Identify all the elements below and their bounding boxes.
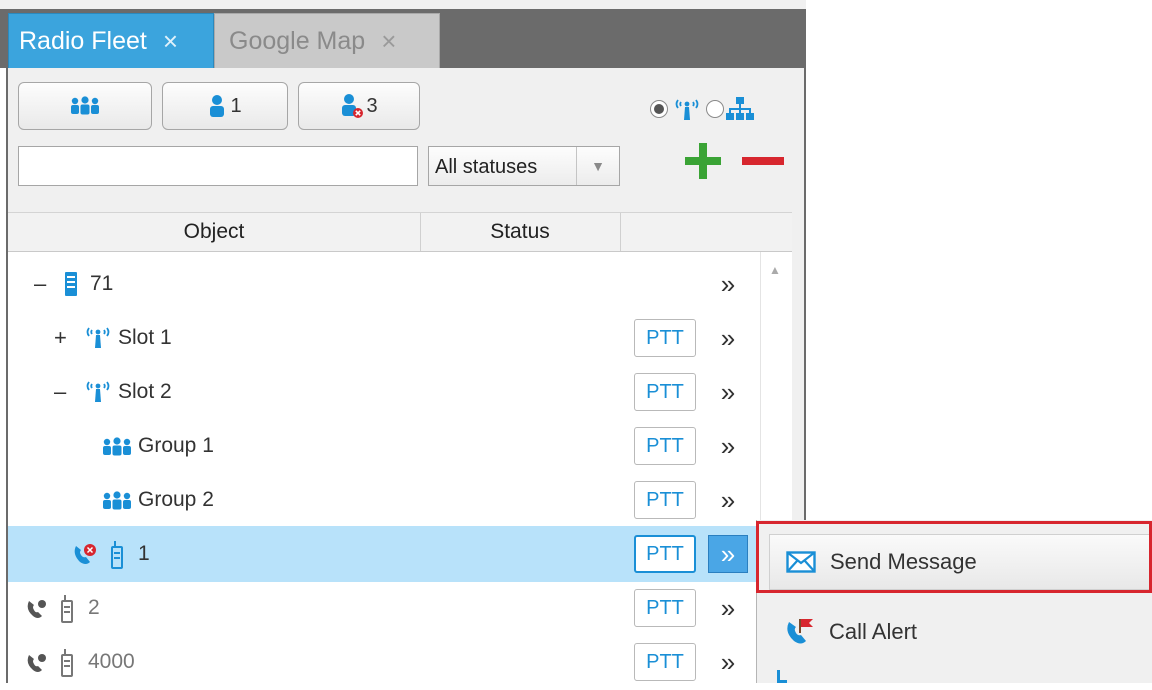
ptt-button[interactable]: PTT bbox=[634, 481, 696, 519]
ptt-button[interactable]: PTT bbox=[634, 427, 696, 465]
antenna-icon bbox=[86, 381, 110, 402]
collapse-toggle[interactable]: – bbox=[34, 256, 46, 312]
antenna-icon bbox=[86, 327, 110, 348]
close-icon[interactable]: × bbox=[163, 26, 178, 57]
tree-row-label: 1 bbox=[138, 542, 150, 565]
tab-google-map[interactable]: Google Map × bbox=[214, 13, 440, 68]
collapse-toggle[interactable]: – bbox=[54, 364, 66, 420]
tree-row-71[interactable]: – 71 » bbox=[8, 256, 760, 312]
tree-row-slot-1[interactable]: + Slot 1 PTT » bbox=[8, 310, 760, 366]
more-actions-button[interactable]: » bbox=[708, 319, 748, 357]
tree-row-group-1[interactable]: Group 1 PTT » bbox=[8, 418, 760, 474]
column-header-status[interactable]: Status bbox=[420, 213, 621, 251]
scroll-up-arrow-icon[interactable]: ▲ bbox=[764, 262, 786, 278]
radio-handset-icon bbox=[61, 595, 73, 623]
close-icon[interactable]: × bbox=[381, 26, 396, 57]
radio-view-radio[interactable] bbox=[650, 100, 668, 118]
tree-row-radio-2[interactable]: 2 PTT » bbox=[8, 580, 760, 636]
more-actions-button[interactable]: » bbox=[708, 427, 748, 465]
tree-row-label: 71 bbox=[90, 272, 114, 295]
more-actions-button[interactable]: » bbox=[708, 643, 748, 681]
tree-row-label: 4000 bbox=[88, 650, 135, 673]
object-tree: – 71 » + Slot 1 PTT » – Slot 2 PTT » Gro… bbox=[8, 252, 792, 683]
ptt-button[interactable]: PTT bbox=[634, 535, 696, 573]
radio-tower-icon bbox=[675, 99, 699, 120]
tab-label: Radio Fleet bbox=[19, 26, 147, 55]
table-header: Object Status bbox=[8, 212, 792, 252]
ptt-button[interactable]: PTT bbox=[634, 373, 696, 411]
expand-toggle[interactable]: + bbox=[54, 310, 67, 366]
column-header-object[interactable]: Object bbox=[8, 213, 421, 251]
group-icon bbox=[103, 437, 131, 456]
ptt-button[interactable]: PTT bbox=[634, 643, 696, 681]
partially-visible-menu-icon bbox=[777, 670, 787, 683]
radio-handset-icon bbox=[61, 649, 73, 677]
more-actions-button[interactable]: » bbox=[708, 481, 748, 519]
call-alert-icon bbox=[787, 619, 813, 644]
groups-filter-button[interactable] bbox=[18, 82, 152, 130]
view-mode-selector bbox=[650, 92, 754, 126]
group-icon bbox=[71, 96, 99, 115]
more-actions-button[interactable]: » bbox=[708, 535, 748, 573]
menu-item-label: Call Alert bbox=[829, 619, 918, 644]
radio-handset-icon bbox=[111, 541, 123, 569]
user-icon bbox=[210, 95, 225, 117]
chevron-down-icon[interactable]: ▼ bbox=[576, 147, 619, 185]
offline-users-button[interactable]: 3 bbox=[298, 82, 420, 130]
tree-row-label: Group 2 bbox=[138, 488, 214, 511]
status-select-value: All statuses bbox=[435, 156, 538, 178]
ptt-button[interactable]: PTT bbox=[634, 319, 696, 357]
status-filter-select[interactable]: All statuses ▼ bbox=[428, 146, 620, 186]
highlight-frame bbox=[756, 521, 1152, 593]
tab-strip: Radio Fleet × Google Map × bbox=[0, 0, 806, 68]
radio-view-hierarchy[interactable] bbox=[706, 100, 724, 118]
user-offline-icon bbox=[342, 94, 364, 118]
tree-row-label: Slot 2 bbox=[118, 380, 172, 403]
search-input[interactable] bbox=[18, 146, 418, 186]
more-actions-button[interactable]: » bbox=[708, 265, 748, 303]
tree-row-label: 2 bbox=[88, 596, 100, 619]
online-users-button[interactable]: 1 bbox=[162, 82, 288, 130]
radio-status-icon bbox=[27, 654, 46, 672]
online-count: 1 bbox=[230, 94, 242, 117]
group-icon bbox=[103, 491, 131, 510]
tab-radio-fleet[interactable]: Radio Fleet × bbox=[8, 13, 214, 68]
more-actions-button[interactable]: » bbox=[708, 589, 748, 627]
tab-label: Google Map bbox=[229, 26, 366, 55]
add-icon[interactable] bbox=[682, 140, 724, 182]
offline-count: 3 bbox=[366, 94, 378, 117]
tree-row-radio-4000[interactable]: 4000 PTT » bbox=[8, 634, 760, 690]
hierarchy-icon bbox=[726, 97, 754, 120]
remove-icon[interactable] bbox=[740, 140, 786, 182]
tree-row-label: Slot 1 bbox=[118, 326, 172, 349]
radio-offline-status-icon bbox=[74, 544, 96, 564]
ptt-button[interactable]: PTT bbox=[634, 589, 696, 627]
menu-item-call-alert[interactable]: Call Alert bbox=[769, 604, 1152, 660]
tree-row-group-2[interactable]: Group 2 PTT » bbox=[8, 472, 760, 528]
tree-row-label: Group 1 bbox=[138, 434, 214, 457]
radio-status-icon bbox=[27, 600, 46, 618]
tree-row-radio-1[interactable]: 1 PTT » bbox=[8, 526, 760, 582]
repeater-icon bbox=[65, 272, 77, 296]
more-actions-button[interactable]: » bbox=[708, 373, 748, 411]
tree-row-slot-2[interactable]: – Slot 2 PTT » bbox=[8, 364, 760, 420]
